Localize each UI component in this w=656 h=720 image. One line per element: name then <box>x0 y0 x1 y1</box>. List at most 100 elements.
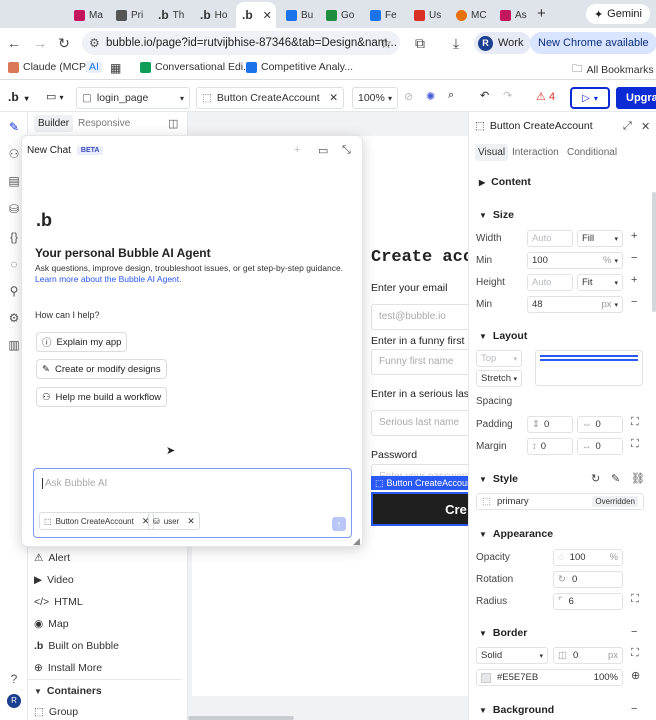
create-account-button[interactable]: Cre <box>371 492 468 526</box>
expand-corners-icon[interactable]: ⛶ <box>631 593 639 606</box>
chat-icon[interactable]: ◌ <box>7 257 21 271</box>
browser-tab-active[interactable]: .b ✕ <box>236 2 276 28</box>
upgrade-button[interactable]: Upgrad <box>616 87 656 109</box>
tab-visual[interactable]: Visual <box>475 144 509 161</box>
border-width-field[interactable]: ◫ 0 px <box>553 647 623 664</box>
new-chat-icon[interactable]: + <box>294 144 300 156</box>
palette-item-group[interactable]: ⬚ Group <box>34 706 78 718</box>
new-tab-button[interactable]: + <box>537 5 546 22</box>
send-button[interactable]: ↑ <box>332 517 346 531</box>
tab-conditional[interactable]: Conditional <box>567 147 617 158</box>
avatar[interactable]: R <box>7 694 21 708</box>
chat-history-icon[interactable]: ▭ <box>318 144 328 157</box>
section-size[interactable]: ▼ Size <box>479 209 514 221</box>
apps-grid-icon[interactable]: ▦ <box>110 61 121 75</box>
browser-tab[interactable]: Ma <box>68 4 110 26</box>
min-width-field[interactable]: 100% ▾ <box>527 252 623 269</box>
rotation-field[interactable]: ↻ 0 <box>553 571 623 588</box>
remove-icon[interactable]: − <box>631 296 637 308</box>
explain-app-button[interactable]: ⓘ Explain my app <box>36 332 128 352</box>
section-border[interactable]: ▼ Border <box>479 627 527 639</box>
chrome-update-button[interactable]: New Chrome available <box>530 32 656 54</box>
style-select[interactable]: ⬚ primary Overridden <box>476 493 644 510</box>
preview-button[interactable]: ▷ ▾ <box>570 87 610 109</box>
email-input[interactable]: test@bubble.io <box>371 304 468 330</box>
learn-more-link[interactable]: Learn more about the Bubble AI Agent. <box>35 274 182 284</box>
build-workflow-button[interactable]: ⚇ Help me build a workflow <box>36 387 168 407</box>
design-pen-icon[interactable]: ✎ <box>7 120 21 134</box>
forward-icon[interactable]: → <box>32 35 48 51</box>
palette-item-html[interactable]: </> HTML <box>34 596 83 608</box>
issues-indicator[interactable]: ⚠ 4 <box>536 90 555 103</box>
margin-vertical-field[interactable]: ↕ 0 <box>527 438 573 455</box>
browser-tab[interactable]: Bu <box>280 4 320 26</box>
collapse-panel-icon[interactable]: ◫ <box>168 117 178 130</box>
tab-interaction[interactable]: Interaction <box>512 147 559 158</box>
context-chip-element[interactable]: ⬚ Button CreateAccount ✕ <box>39 512 155 530</box>
props-scrollbar[interactable] <box>652 192 656 312</box>
browser-tab[interactable]: Pri <box>110 4 152 26</box>
collapse-icon[interactable]: ⤡ <box>342 144 351 157</box>
min-height-field[interactable]: 48 px ▾ <box>527 296 623 313</box>
plugin-icon[interactable]: ⚲ <box>7 284 21 298</box>
device-select[interactable]: ▭ ▾ <box>46 90 63 103</box>
browser-tab[interactable]: Go <box>320 4 362 26</box>
add-circle-icon[interactable]: ⊕ <box>631 669 640 682</box>
border-color-field[interactable]: #E5E7EB 100% <box>476 669 623 686</box>
undo-icon[interactable]: ↶ <box>480 89 489 102</box>
bookmark-item[interactable]: Competitive Analy... <box>246 61 353 73</box>
section-containers[interactable]: ▼ Containers <box>34 685 102 697</box>
element-select[interactable]: ⬚ Button CreateAccount ✕ <box>196 87 344 109</box>
tab-responsive[interactable]: Responsive <box>78 118 130 129</box>
section-layout[interactable]: ▼ Layout <box>479 330 527 342</box>
palette-item-map[interactable]: ◉ Map <box>34 618 69 630</box>
last-name-input[interactable]: Serious last name <box>371 410 468 436</box>
remove-icon[interactable]: − <box>631 626 637 638</box>
site-info-icon[interactable]: ⚙ <box>89 36 100 50</box>
opacity-field[interactable]: ◌ 100% <box>553 549 623 566</box>
workflow-icon[interactable]: ⚇ <box>7 147 21 161</box>
browser-tab[interactable]: As <box>494 4 534 26</box>
browser-tab[interactable]: Us <box>408 4 450 26</box>
align-select[interactable]: Top ▾ <box>476 350 522 367</box>
data-table-icon[interactable]: ▤ <box>7 174 21 188</box>
resize-handle-icon[interactable]: ◢ <box>353 536 360 547</box>
zoom-select[interactable]: 100% ▾ <box>352 87 398 109</box>
section-appearance[interactable]: ▼ Appearance <box>479 528 553 540</box>
width-mode-select[interactable]: Fill ▾ <box>577 230 623 247</box>
context-chip-data[interactable]: ⛁ user ✕ <box>148 512 200 530</box>
palette-item-install-more[interactable]: ⊕ Install More <box>34 662 102 674</box>
browser-tab[interactable]: MC <box>450 4 494 26</box>
expand-icon[interactable]: ⤢ <box>623 120 632 133</box>
border-style-select[interactable]: Solid ▾ <box>476 647 548 664</box>
database-icon[interactable]: ⛁ <box>7 202 21 216</box>
remove-chip-icon[interactable]: ✕ <box>187 516 195 527</box>
bookmark-item[interactable]: Claude (MCP) <box>8 61 90 73</box>
palette-item-video[interactable]: ▶ Video <box>34 574 74 586</box>
extensions-icon[interactable]: ⧉ <box>412 35 428 52</box>
add-icon[interactable]: + <box>631 230 637 242</box>
bookmark-star-icon[interactable]: ☆ <box>378 35 394 52</box>
close-tab-icon[interactable]: ✕ <box>263 9 272 22</box>
browser-tab[interactable]: .b Th <box>152 4 194 26</box>
margin-horizontal-field[interactable]: ↔ 0 <box>577 438 623 455</box>
first-name-input[interactable]: Funny first name <box>371 349 468 375</box>
tab-builder[interactable]: Builder <box>34 115 74 132</box>
chat-input[interactable]: Ask Bubble AI <box>42 478 107 489</box>
stretch-select[interactable]: Stretch ▾ <box>476 370 522 387</box>
code-icon[interactable]: {} <box>7 230 21 244</box>
profile-chip[interactable]: R Work <box>474 32 532 54</box>
browser-tab[interactable]: .b Ho <box>194 4 236 26</box>
close-icon[interactable]: ✕ <box>641 120 650 133</box>
alignment-grid[interactable] <box>535 350 643 386</box>
gemini-button[interactable]: ✦ Gemini <box>585 4 650 24</box>
section-background[interactable]: ▼ Background <box>479 704 554 716</box>
back-icon[interactable]: ← <box>6 35 22 51</box>
bubble-logo[interactable]: .b ▾ <box>8 90 29 104</box>
page-select[interactable]: ▢ login_page ▾ <box>76 87 190 109</box>
edit-icon[interactable]: ✎ <box>611 472 620 485</box>
address-bar[interactable]: ⚙ bubble.io/page?id=rutvijbhise-87346&ta… <box>82 31 400 55</box>
canvas-scrollbar[interactable] <box>188 716 294 720</box>
help-icon[interactable]: ? <box>7 672 21 686</box>
redo-icon[interactable]: ↷ <box>503 89 512 102</box>
